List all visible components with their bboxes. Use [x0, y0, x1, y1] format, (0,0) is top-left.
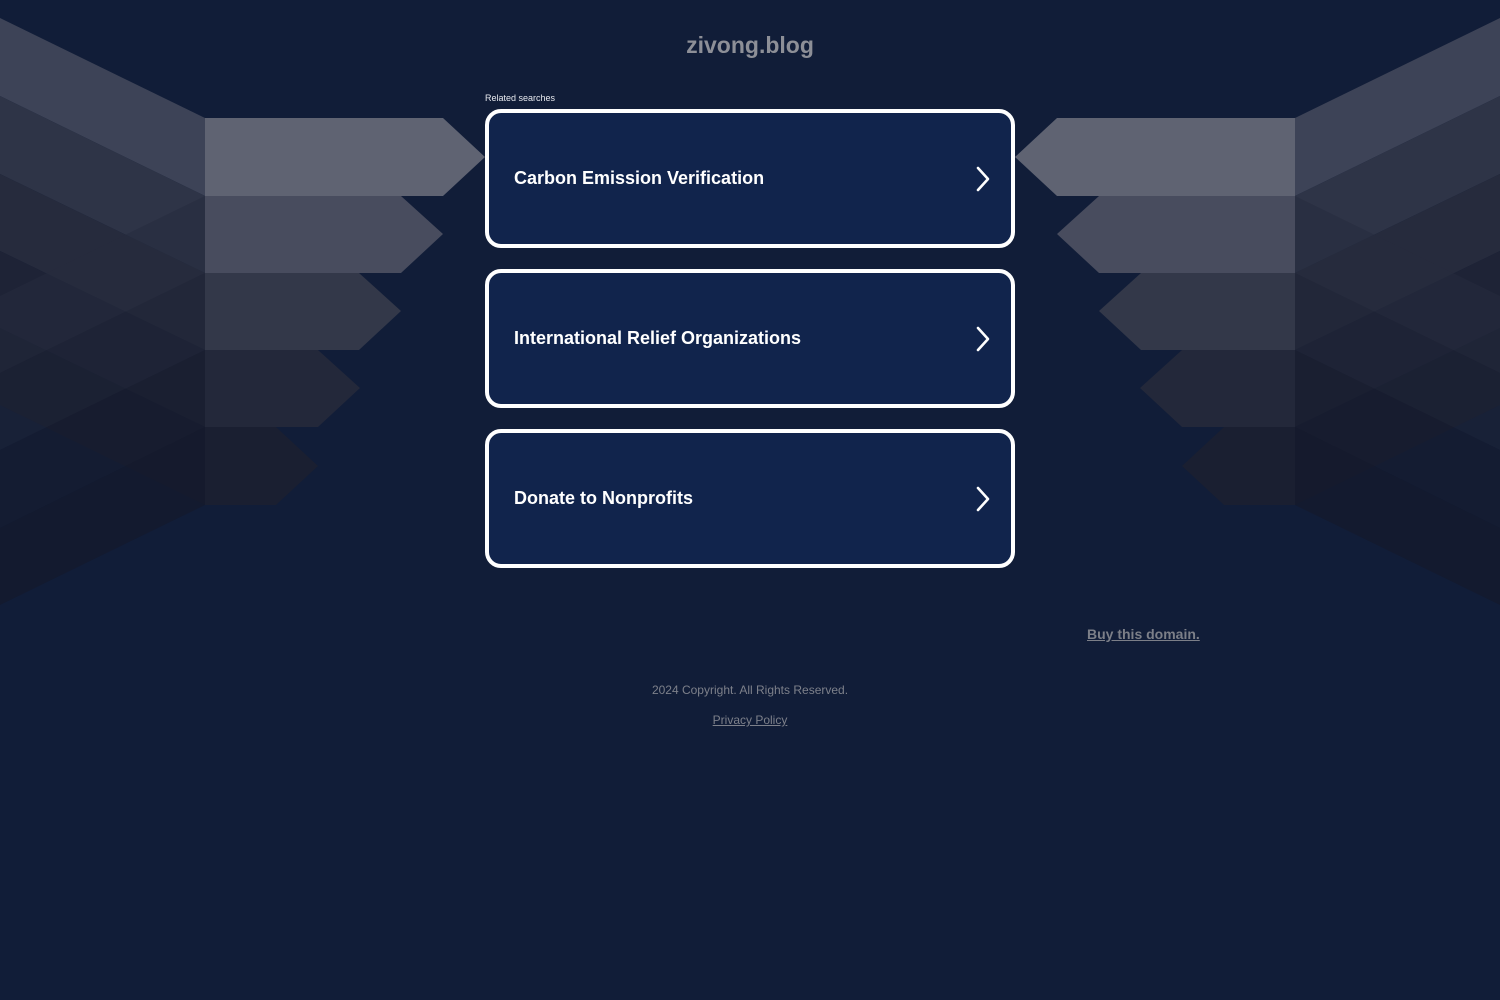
related-search-label: Donate to Nonprofits [514, 488, 693, 508]
related-searches-label: Related searches [485, 93, 556, 103]
privacy-policy-container: Privacy Policy [0, 713, 1500, 727]
chevron-right-icon [976, 486, 990, 512]
related-search-card[interactable]: International Relief Organizations [485, 269, 1015, 408]
related-search-card[interactable]: Donate to Nonprofits [485, 429, 1015, 568]
related-search-card[interactable]: Carbon Emission Verification [485, 109, 1015, 248]
related-search-label: International Relief Organizations [514, 328, 802, 348]
site-title: zivong.blog [686, 32, 814, 58]
buy-domain-link[interactable]: Buy this domain. [1087, 626, 1200, 642]
chevron-right-icon [976, 166, 990, 192]
parked-domain-page: zivong.blog Related searches Carbon Emis… [0, 0, 1500, 1000]
privacy-policy-link[interactable]: Privacy Policy [713, 713, 788, 727]
copyright-text: 2024 Copyright. All Rights Reserved. [651, 683, 849, 697]
chevron-right-icon [976, 326, 990, 352]
related-search-label: Carbon Emission Verification [514, 168, 765, 188]
